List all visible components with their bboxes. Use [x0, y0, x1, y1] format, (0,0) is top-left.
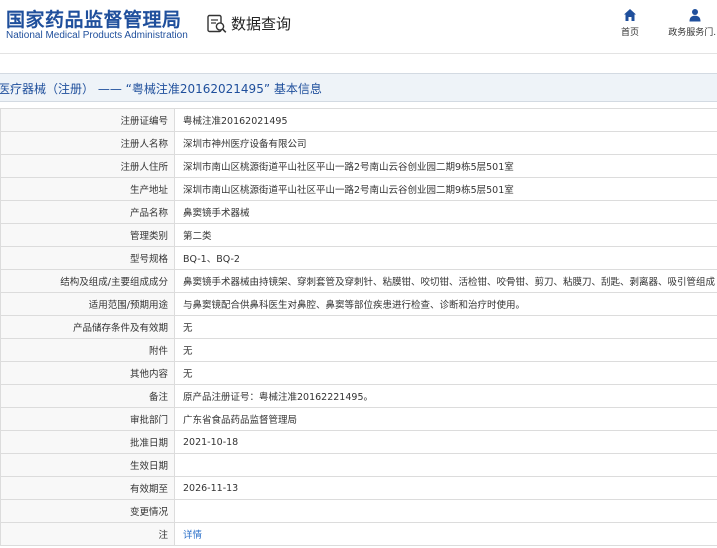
table-row: 产品名称 鼻窦镜手术器械 [0, 200, 717, 224]
site-logo-cn[interactable]: 国家药品监督管理局 [6, 5, 182, 32]
table-row: 注册人住所 深圳市南山区桃源街道平山社区平山一路2号南山云谷创业园二期9栋5层50… [0, 154, 717, 178]
header-divider [0, 53, 717, 73]
home-icon [624, 9, 636, 21]
field-value: 第二类 [174, 223, 717, 247]
nav-service-label: 政务服务门... [668, 28, 717, 38]
table-row: 有效期至 2026-11-13 [0, 476, 717, 500]
field-label: 生产地址 [0, 177, 175, 201]
field-value: 深圳市南山区桃源街道平山社区平山一路2号南山云谷创业园二期9栋5层501室 [174, 154, 717, 178]
field-label: 附件 [0, 338, 175, 362]
detail-title-bar: 医疗器械（注册） —— “粤械注准20162021495” 基本信息 [0, 73, 717, 102]
nav-government-service[interactable]: 政务服务门... [664, 8, 717, 38]
table-row: 型号规格 BQ-1、BQ-2 [0, 246, 717, 270]
field-value: 粤械注准20162021495 [174, 108, 717, 132]
field-value: 与鼻窦镜配合供鼻科医生对鼻腔、鼻窦等部位疾患进行检查、诊断和治疗时使用。 [174, 292, 717, 316]
field-value: 鼻窦镜手术器械由持镜架、穿刺套管及穿刺针、粘膜钳、咬切钳、活检钳、咬骨钳、剪刀、… [174, 269, 717, 293]
field-label: 产品名称 [0, 200, 175, 224]
table-row: 审批部门 广东省食品药品监督管理局 [0, 407, 717, 431]
field-value: 深圳市神州医疗设备有限公司 [174, 131, 717, 155]
field-value: 广东省食品药品监督管理局 [174, 407, 717, 431]
field-label: 注册证编号 [0, 108, 175, 132]
table-row: 备注 原产品注册证号：粤械注准20162221495。 [0, 384, 717, 408]
table-row: 适用范围/预期用途 与鼻窦镜配合供鼻科医生对鼻腔、鼻窦等部位疾患进行检查、诊断和治… [0, 292, 717, 316]
field-label: 有效期至 [0, 476, 175, 500]
field-value: 原产品注册证号：粤械注准20162221495。 [174, 384, 717, 408]
field-label: 结构及组成/主要组成成分 [0, 269, 175, 293]
table-row: 变更情况 [0, 499, 717, 523]
detail-table: 注册证编号 粤械注准20162021495 注册人名称 深圳市神州医疗设备有限公司 … [0, 108, 717, 546]
table-row: 附件无 [0, 338, 717, 362]
table-row: 其他内容无 [0, 361, 717, 385]
table-row: 注详情 [0, 522, 717, 546]
table-row: 注册人名称 深圳市神州医疗设备有限公司 [0, 131, 717, 155]
field-label: 管理类别 [0, 223, 175, 247]
table-row: 生效日期 [0, 453, 717, 477]
detail-title: 医疗器械（注册） —— “粤械注准20162021495” 基本信息 [0, 82, 322, 96]
table-row: 批准日期 2021-10-18 [0, 430, 717, 454]
data-query-link[interactable]: 数据查询 [206, 13, 291, 34]
nav-home[interactable]: 首页 [614, 8, 646, 38]
field-label: 产品储存条件及有效期 [0, 315, 175, 339]
field-label: 变更情况 [0, 499, 175, 523]
table-row: 管理类别 第二类 [0, 223, 717, 247]
field-value: BQ-1、BQ-2 [174, 246, 717, 270]
field-label: 注册人住所 [0, 154, 175, 178]
user-icon [689, 9, 701, 22]
field-value: 无 [174, 338, 717, 362]
field-value [174, 499, 717, 523]
field-value: 无 [174, 315, 717, 339]
field-label: 注 [0, 522, 175, 546]
table-row: 结构及组成/主要组成成分 鼻窦镜手术器械由持镜架、穿刺套管及穿刺针、粘膜钳、咬切钳… [0, 269, 717, 293]
data-query-label: 数据查询 [231, 15, 292, 33]
field-label: 适用范围/预期用途 [0, 292, 175, 316]
site-header: 国家药品监督管理局 National Medical Products Admi… [0, 0, 717, 53]
details-link[interactable]: 详情 [174, 522, 717, 546]
nav-home-label: 首页 [620, 28, 639, 38]
table-row: 注册证编号 粤械注准20162021495 [0, 108, 717, 132]
field-value: 鼻窦镜手术器械 [174, 200, 717, 224]
field-value: 深圳市南山区桃源街道平山社区平山一路2号南山云谷创业园二期9栋5层501室 [174, 177, 717, 201]
field-value: 2026-11-13 [174, 476, 717, 500]
table-row: 产品储存条件及有效期无 [0, 315, 717, 339]
field-value: 2021-10-18 [174, 430, 717, 454]
site-logo-en[interactable]: National Medical Products Administration [6, 30, 188, 41]
field-label: 备注 [0, 384, 175, 408]
field-label: 批准日期 [0, 430, 175, 454]
field-value: 无 [174, 361, 717, 385]
field-label: 审批部门 [0, 407, 175, 431]
field-label: 生效日期 [0, 453, 175, 477]
field-value [174, 453, 717, 477]
table-row: 生产地址 深圳市南山区桃源街道平山社区平山一路2号南山云谷创业园二期9栋5层501… [0, 177, 717, 201]
field-label: 注册人名称 [0, 131, 175, 155]
data-query-icon [207, 14, 227, 33]
field-label: 型号规格 [0, 246, 175, 270]
field-label: 其他内容 [0, 361, 175, 385]
